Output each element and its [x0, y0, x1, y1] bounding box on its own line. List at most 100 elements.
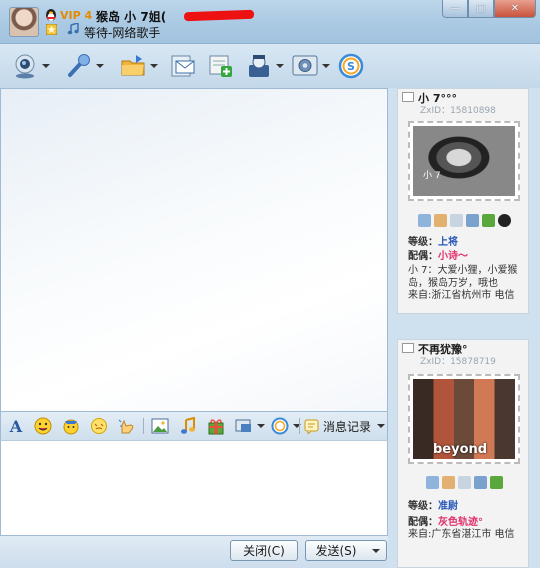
email-button[interactable] — [170, 52, 196, 80]
partner-label: 配偶： — [408, 251, 438, 262]
chevron-down-icon[interactable] — [322, 64, 330, 68]
chat-history-pane[interactable] — [0, 88, 388, 412]
soso-button[interactable]: S — [338, 52, 364, 80]
mail-icon[interactable] — [425, 475, 439, 489]
rank-label: 等级： — [408, 501, 438, 512]
toolbar-separator — [143, 418, 144, 434]
send-button[interactable]: 发送(S) — [305, 540, 367, 561]
send-image-button[interactable] — [151, 417, 169, 435]
format-toolbar: A 消息记录 — [0, 412, 388, 440]
close-button[interactable]: 关闭(C) — [230, 540, 298, 561]
redaction-mark — [183, 9, 255, 22]
qq-penguin-icon — [46, 9, 56, 21]
blocks-icon[interactable] — [481, 213, 495, 227]
partner-value[interactable]: 灰色轨迹° — [438, 517, 483, 528]
music-note-icon — [181, 417, 195, 434]
rank-line: 等级：准尉 — [408, 497, 458, 512]
shake-window-button[interactable] — [118, 417, 136, 435]
message-input[interactable] — [0, 440, 388, 536]
gift-button[interactable] — [207, 417, 225, 435]
location-text: 来自:广东省湛江市 电信 — [408, 529, 515, 540]
voice-button[interactable] — [66, 52, 104, 80]
soso-icon — [271, 417, 289, 435]
magic-emoticon-button[interactable] — [62, 417, 80, 435]
contact-card: 不再犹豫° ZxID：15878719 beyond 等级：准尉 配偶：灰色轨迹… — [397, 339, 529, 568]
gift-icon — [208, 419, 224, 435]
photo-caption: 小 7 — [423, 171, 441, 181]
user-icon[interactable] — [433, 213, 447, 227]
music-note-icon — [67, 23, 79, 35]
hand-shake-icon — [118, 419, 134, 434]
signature-text: 等待-网络歌手 — [84, 26, 161, 40]
contact-avatar[interactable] — [9, 7, 39, 37]
svg-text:A: A — [9, 417, 23, 435]
photo-icon[interactable] — [465, 213, 479, 227]
folder-icon — [121, 55, 145, 76]
picture-icon — [151, 418, 169, 434]
chevron-down-icon[interactable] — [257, 424, 265, 428]
close-window-button[interactable]: ✕ — [494, 0, 536, 18]
partner-line: 配偶：灰色轨迹° — [408, 513, 483, 528]
qq-penguin-icon[interactable] — [497, 213, 511, 227]
webcam-button[interactable] — [12, 52, 50, 80]
photo-icon[interactable] — [473, 475, 487, 489]
doc-icon[interactable] — [457, 475, 471, 489]
partner-line: 配偶：小诗～ — [408, 247, 468, 262]
card-action-icons — [398, 472, 530, 492]
main-toolbar: S — [0, 44, 540, 88]
partner-label: 配偶： — [408, 517, 438, 528]
message-log-label: 消息记录 — [323, 419, 372, 434]
webcam-icon — [15, 54, 35, 79]
doc-icon[interactable] — [449, 213, 463, 227]
chevron-down-icon[interactable] — [150, 64, 158, 68]
rank-line: 等级：上将 — [408, 233, 458, 248]
minimize-button[interactable]: — — [442, 0, 468, 18]
profile-sidebar: 小 7°°° ZxID：15810898 小 7 等级：上将 配偶：小诗～ 小 … — [390, 88, 540, 568]
profile-photo[interactable]: beyond — [408, 374, 520, 464]
svg-text:S: S — [347, 60, 355, 73]
card-id: ZxID：15810898 — [420, 106, 496, 116]
music-button[interactable] — [179, 417, 197, 435]
chat-log-icon — [304, 419, 319, 434]
app-settings-button[interactable] — [292, 52, 330, 80]
user-icon[interactable] — [441, 475, 455, 489]
bio-text: 小 7：大爱小狸，小爱猴岛，猴岛万岁，哦也 — [408, 265, 518, 289]
maximize-button[interactable]: □ — [468, 0, 494, 18]
magic-face-icon — [63, 419, 79, 435]
chevron-down-icon[interactable] — [96, 64, 104, 68]
scribble-button[interactable] — [90, 417, 108, 435]
group-chat-button[interactable] — [246, 52, 284, 80]
partner-value[interactable]: 小诗～ — [438, 251, 468, 262]
soso-icon: S — [338, 53, 364, 79]
chevron-down-icon[interactable] — [276, 64, 284, 68]
add-contact-button[interactable] — [208, 52, 234, 80]
doodle-face-icon — [91, 418, 107, 434]
screenshot-icon — [235, 419, 251, 432]
soso-search-button[interactable] — [271, 417, 301, 435]
message-log-button[interactable]: 消息记录 — [304, 417, 386, 435]
action-bar: 关闭(C) 发送(S) — [0, 536, 388, 568]
location-text: 来自:浙江省杭州市 电信 — [408, 290, 515, 301]
mini-avatar-icon — [402, 343, 414, 353]
emoticon-button[interactable] — [34, 417, 52, 435]
contact-card: 小 7°°° ZxID：15810898 小 7 等级：上将 配偶：小诗～ 小 … — [397, 88, 529, 314]
profile-photo[interactable]: 小 7 — [408, 121, 520, 201]
email-icon — [171, 55, 195, 77]
star-icon — [46, 24, 57, 35]
send-file-button[interactable] — [120, 52, 158, 80]
font-icon: A — [9, 417, 23, 435]
group-chat-icon — [249, 55, 269, 77]
photo-caption: beyond — [433, 442, 488, 457]
add-note-icon — [209, 55, 232, 77]
title-bar[interactable]: VIP 4 猴岛 小 7姐( 等待-网络歌手 — □ ✕ — [0, 0, 540, 44]
chevron-down-icon[interactable] — [42, 64, 50, 68]
mini-avatar-icon — [402, 92, 414, 102]
blocks-icon[interactable] — [489, 475, 503, 489]
mail-icon[interactable] — [417, 213, 431, 227]
toolbar-separator — [299, 418, 300, 434]
send-options-button[interactable] — [366, 540, 387, 561]
vip-badge: VIP 4 — [60, 9, 93, 22]
chevron-down-icon[interactable] — [377, 424, 386, 428]
font-button[interactable]: A — [7, 417, 25, 435]
screen-capture-button[interactable] — [235, 417, 265, 435]
